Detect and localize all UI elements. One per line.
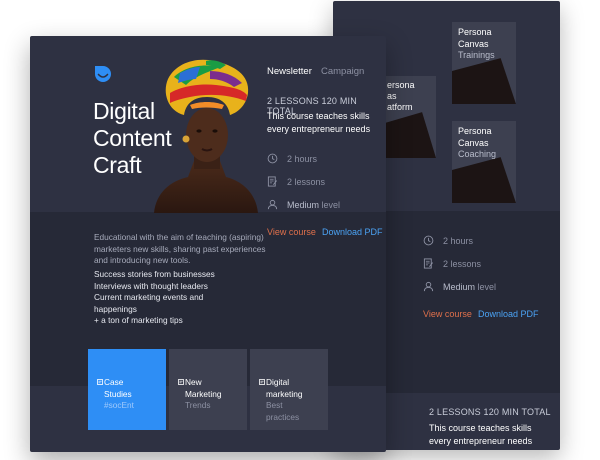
level-label: level (321, 199, 341, 210)
back-meta-lessons: 2 lessons (423, 258, 481, 269)
tile-title: Studies (104, 388, 132, 399)
back-course-tagline: This course teaches skills every entrepr… (429, 423, 533, 446)
document-icon (259, 379, 265, 385)
tile-subtitle: #socEnt (104, 400, 134, 410)
tile-case-studies[interactable]: Case Studies #socEnt (88, 349, 166, 430)
thumb-title: as (387, 91, 397, 101)
thumb-title: Canvas (458, 38, 489, 49)
hours-text: 2 hours (443, 235, 474, 246)
page-title: Digital Content Craft (93, 98, 172, 178)
back-meta-hours: 2 hours (423, 235, 473, 246)
user-icon (423, 281, 434, 292)
user-icon (267, 199, 278, 210)
tile-title: Digital (266, 377, 290, 387)
tile-new-marketing[interactable]: New Marketing Trends (169, 349, 247, 430)
course-tagline: This course teaches skills every entrepr… (267, 111, 371, 134)
level-label: level (477, 281, 497, 292)
thumb-title: Persona (458, 126, 492, 136)
back-view-course-link[interactable]: View course (423, 309, 472, 319)
lessons-text: 2 lessons (443, 258, 482, 269)
back-lessons-summary: 2 LESSONS 120 MIN TOTAL (429, 407, 551, 417)
thumb-title: Persona (458, 27, 492, 37)
thumb-title: atform (387, 102, 413, 112)
list-item: + a ton of marketing tips (94, 315, 183, 326)
clock-icon (423, 235, 434, 246)
tab-newsletter[interactable]: Newsletter (267, 66, 312, 77)
lessons-text: 2 lessons (287, 176, 326, 187)
thumb-persona-coaching[interactable]: Persona Canvas Coaching (452, 121, 516, 203)
tab-campaign[interactable]: Campaign (321, 66, 364, 77)
thumb-partial[interactable]: ersona as atform (378, 76, 436, 158)
document-icon (178, 379, 184, 385)
list-item: happenings (94, 303, 137, 314)
tile-title: Case (104, 377, 124, 387)
tile-digital-marketing[interactable]: Digital marketing Best practices (250, 349, 328, 430)
tile-subtitle: Trends (185, 400, 211, 410)
course-description: Educational with the aim of teaching (as… (94, 232, 266, 266)
thumb-persona-trainings[interactable]: Persona Canvas Trainings (452, 22, 516, 104)
meta-hours: 2 hours (267, 153, 317, 164)
list-item: Current marketing events and (94, 292, 204, 303)
smile-logo-icon (95, 66, 111, 82)
tile-title: Marketing (185, 388, 222, 399)
list-item: Interviews with thought leaders (94, 280, 208, 291)
list-item: Success stories from businesses (94, 269, 215, 279)
tile-title: New (185, 377, 202, 387)
view-course-link[interactable]: View course (267, 227, 316, 237)
thumb-title: Canvas (458, 137, 489, 148)
thumb-title: ersona (387, 80, 415, 90)
download-pdf-link[interactable]: Download PDF (322, 227, 383, 237)
topic-list: Success stories from businesses Intervie… (94, 269, 266, 327)
hours-text: 2 hours (287, 153, 318, 164)
tile-subtitle: Best practices (266, 400, 300, 422)
thumb-subtitle: Coaching (458, 149, 497, 159)
back-meta-level: Medium level (423, 281, 496, 292)
back-download-pdf-link[interactable]: Download PDF (478, 309, 539, 319)
clock-icon (267, 153, 278, 164)
level-value: Medium (443, 281, 476, 292)
meta-lessons: 2 lessons (267, 176, 325, 187)
meta-level: Medium level (267, 199, 340, 210)
tile-title: marketing (266, 388, 303, 399)
document-edit-icon (267, 176, 277, 187)
document-edit-icon (423, 258, 433, 269)
document-icon (97, 379, 103, 385)
front-course-card: Digital Content Craft Newsletter Campaig… (30, 36, 386, 452)
thumb-subtitle: Trainings (458, 50, 495, 60)
level-value: Medium (287, 199, 320, 210)
